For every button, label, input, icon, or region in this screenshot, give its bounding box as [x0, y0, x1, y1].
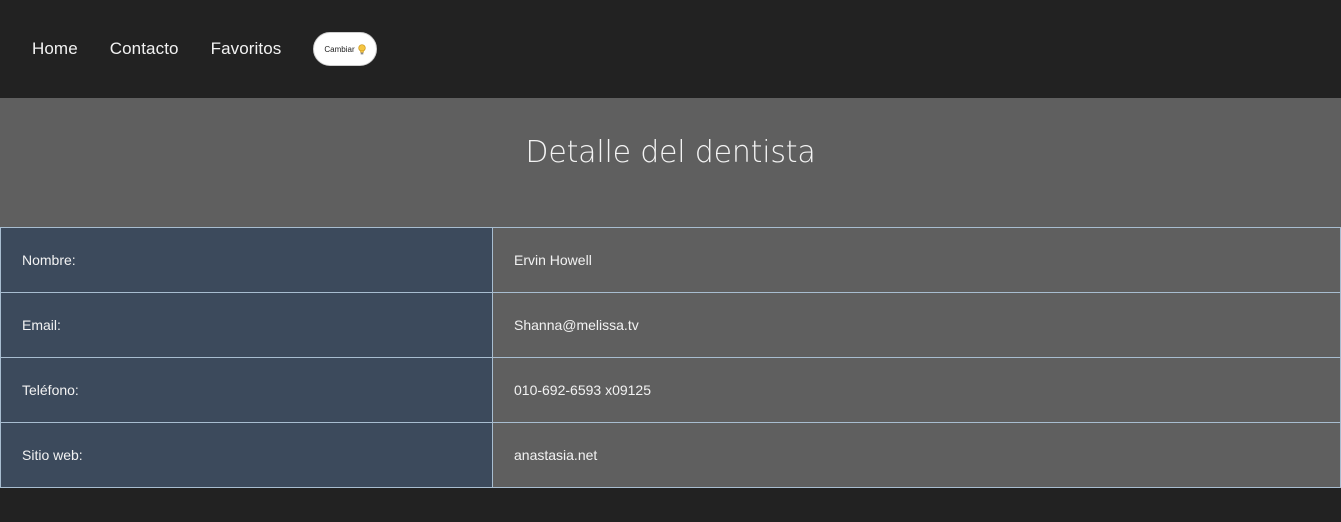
nav-link-home[interactable]: Home	[32, 39, 78, 59]
dentist-detail-table: Nombre: Ervin Howell Email: Shanna@melis…	[0, 227, 1341, 488]
name-value: Ervin Howell	[492, 227, 1341, 293]
website-label: Sitio web:	[0, 422, 493, 488]
page-title: Detalle del dentista	[525, 135, 816, 170]
email-value: Shanna@melissa.tv	[492, 292, 1341, 358]
name-label: Nombre:	[0, 227, 493, 293]
table-row: Sitio web: anastasia.net	[0, 422, 1341, 488]
footer-space	[0, 488, 1341, 522]
email-label: Email:	[0, 292, 493, 358]
theme-toggle-label: Cambiar	[324, 44, 355, 54]
navbar: Home Contacto Favoritos Cambiar	[0, 0, 1341, 98]
title-area: Detalle del dentista	[0, 98, 1341, 227]
theme-toggle-button[interactable]: Cambiar	[313, 32, 377, 66]
table-row: Nombre: Ervin Howell	[0, 227, 1341, 293]
lightbulb-icon	[357, 43, 366, 55]
dentist-detail-section: Detalle del dentista Nombre: Ervin Howel…	[0, 98, 1341, 488]
website-value: anastasia.net	[492, 422, 1341, 488]
table-row: Email: Shanna@melissa.tv	[0, 292, 1341, 358]
nav-link-favoritos[interactable]: Favoritos	[211, 39, 282, 59]
phone-value: 010-692-6593 x09125	[492, 357, 1341, 423]
phone-label: Teléfono:	[0, 357, 493, 423]
nav-link-contacto[interactable]: Contacto	[110, 39, 179, 59]
table-row: Teléfono: 010-692-6593 x09125	[0, 357, 1341, 423]
